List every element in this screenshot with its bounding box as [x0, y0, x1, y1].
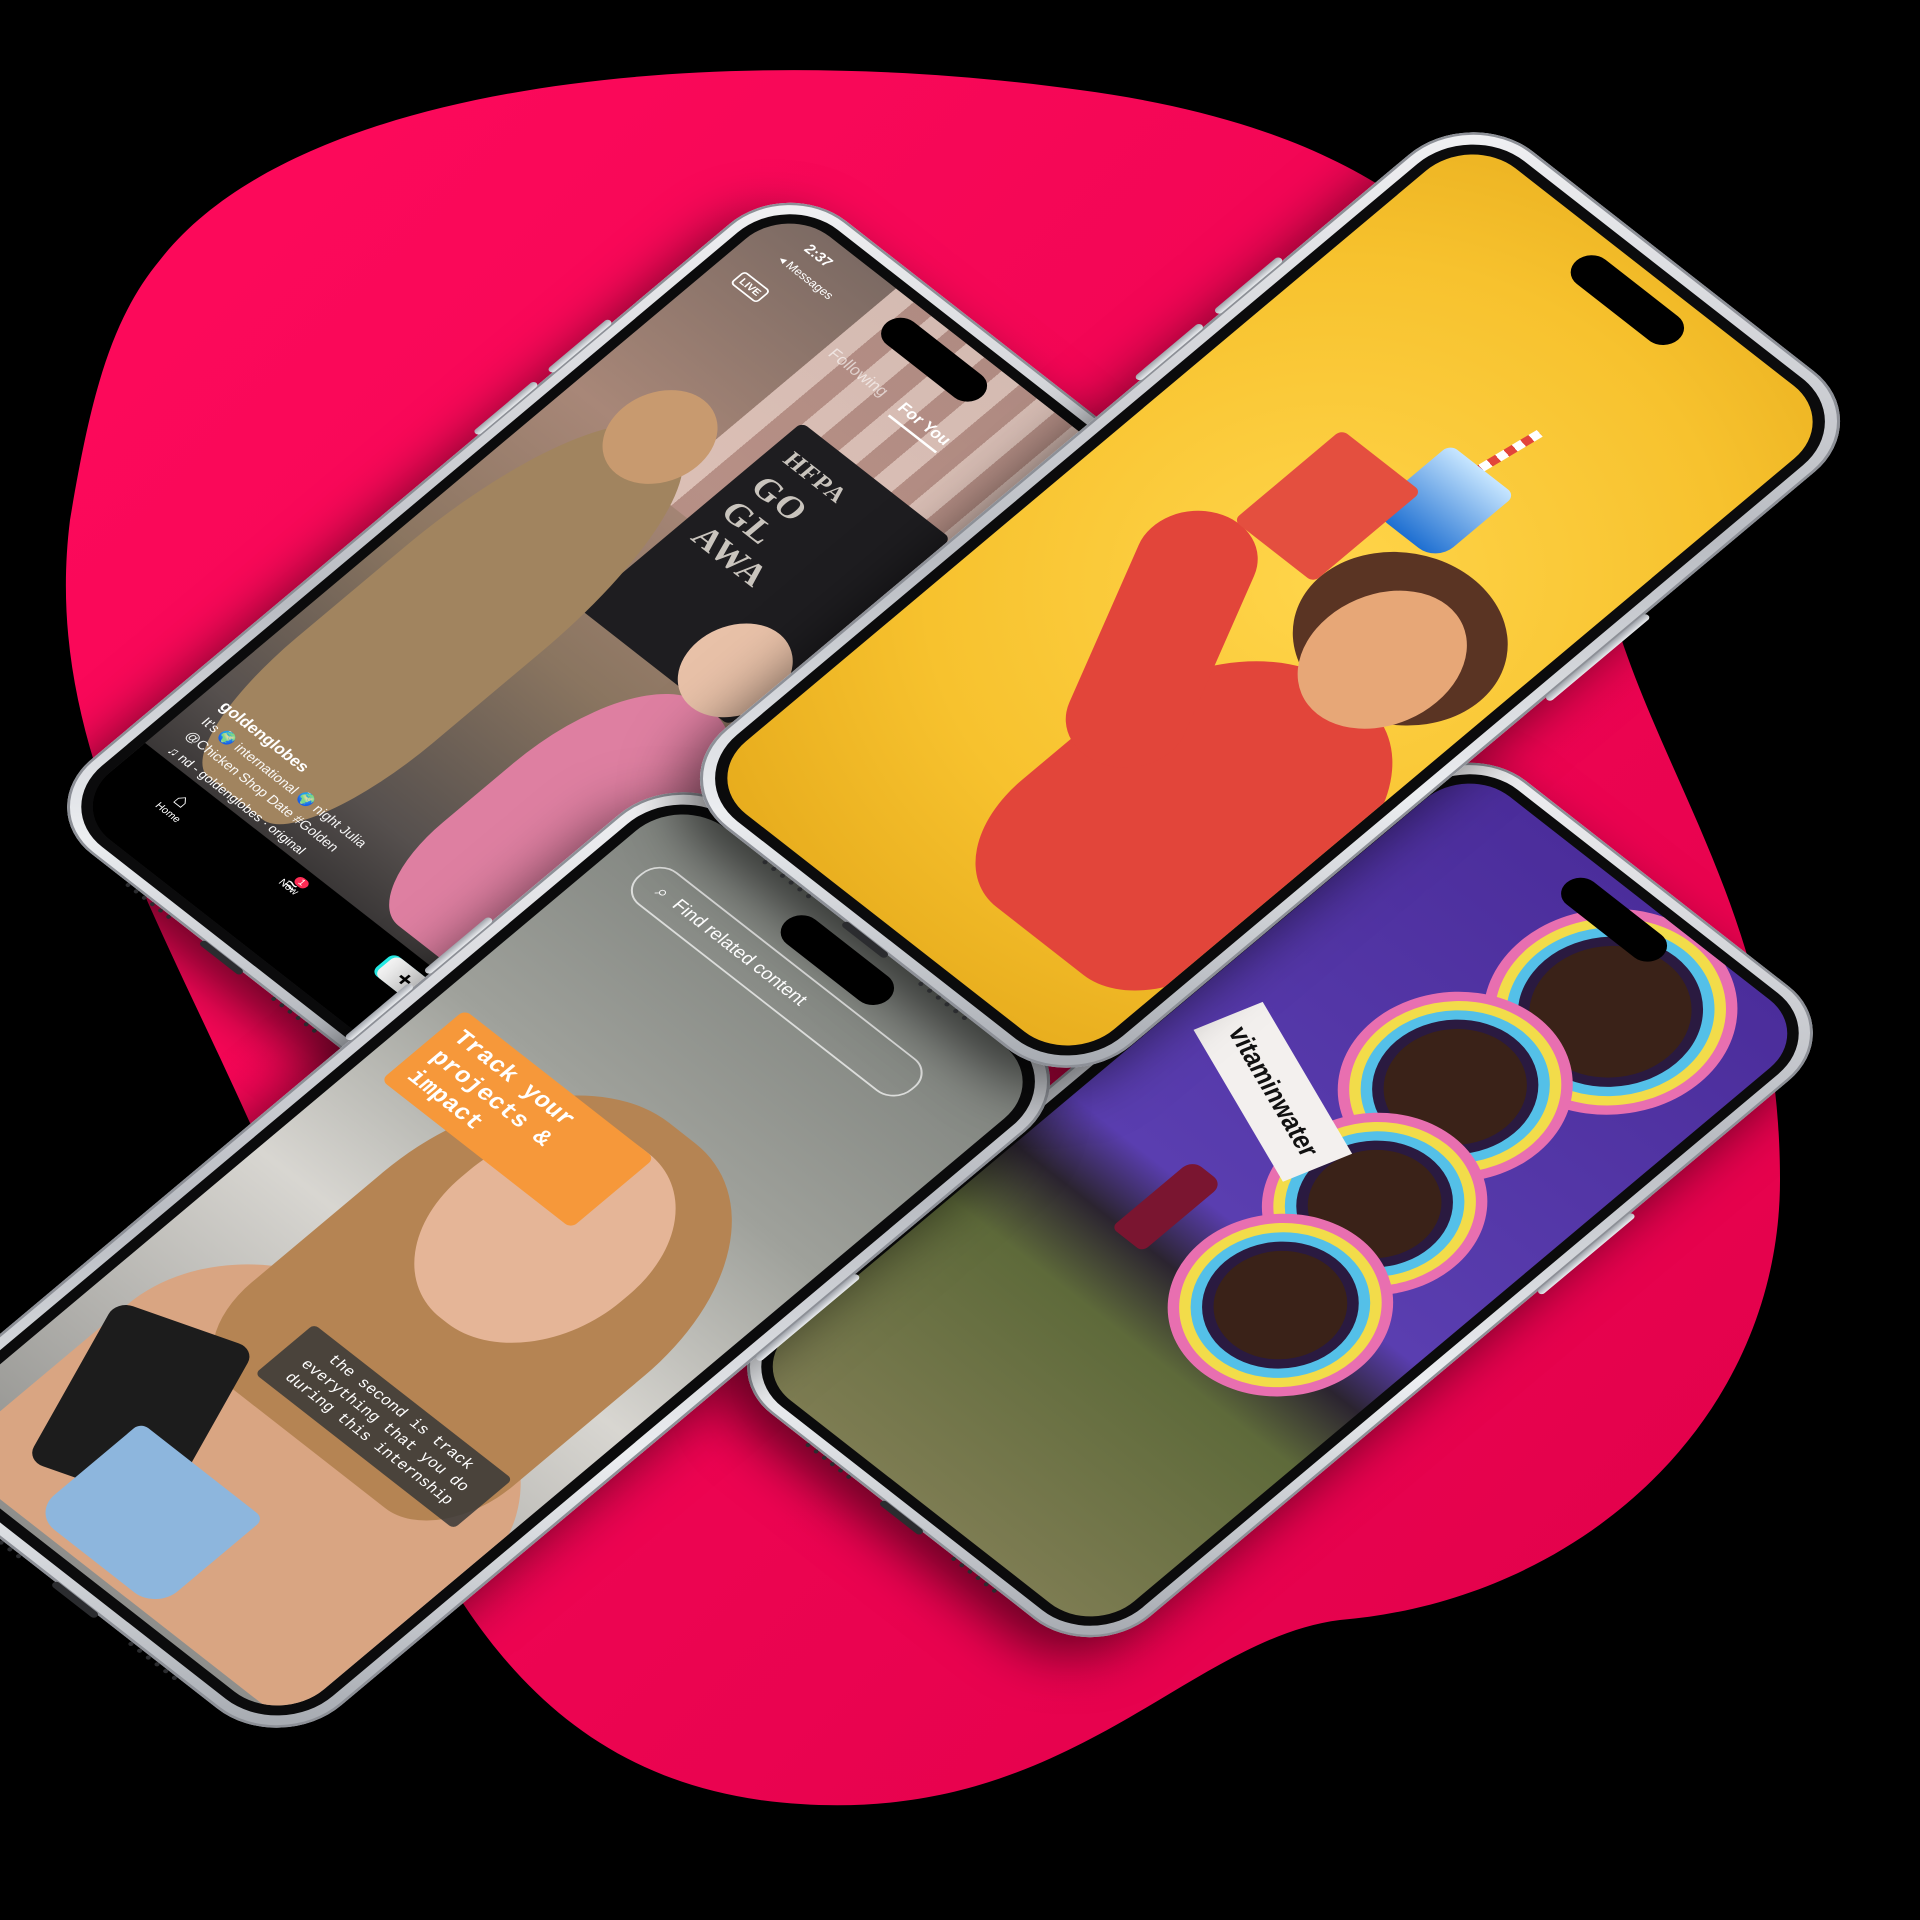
nav-now[interactable]: ≈ 1 Now [275, 871, 312, 898]
status-time: 2:37 [800, 241, 837, 271]
bottle-graphic [1111, 1159, 1224, 1252]
search-placeholder: Find related content [667, 895, 812, 1009]
nav-home[interactable]: ⌂ Home [153, 785, 202, 824]
mural-face [1495, 918, 1726, 1105]
mural-face [1353, 1004, 1557, 1170]
search-icon: ⌕ [651, 882, 675, 903]
vitaminwater-sign: vitaminwater [1193, 1001, 1353, 1182]
